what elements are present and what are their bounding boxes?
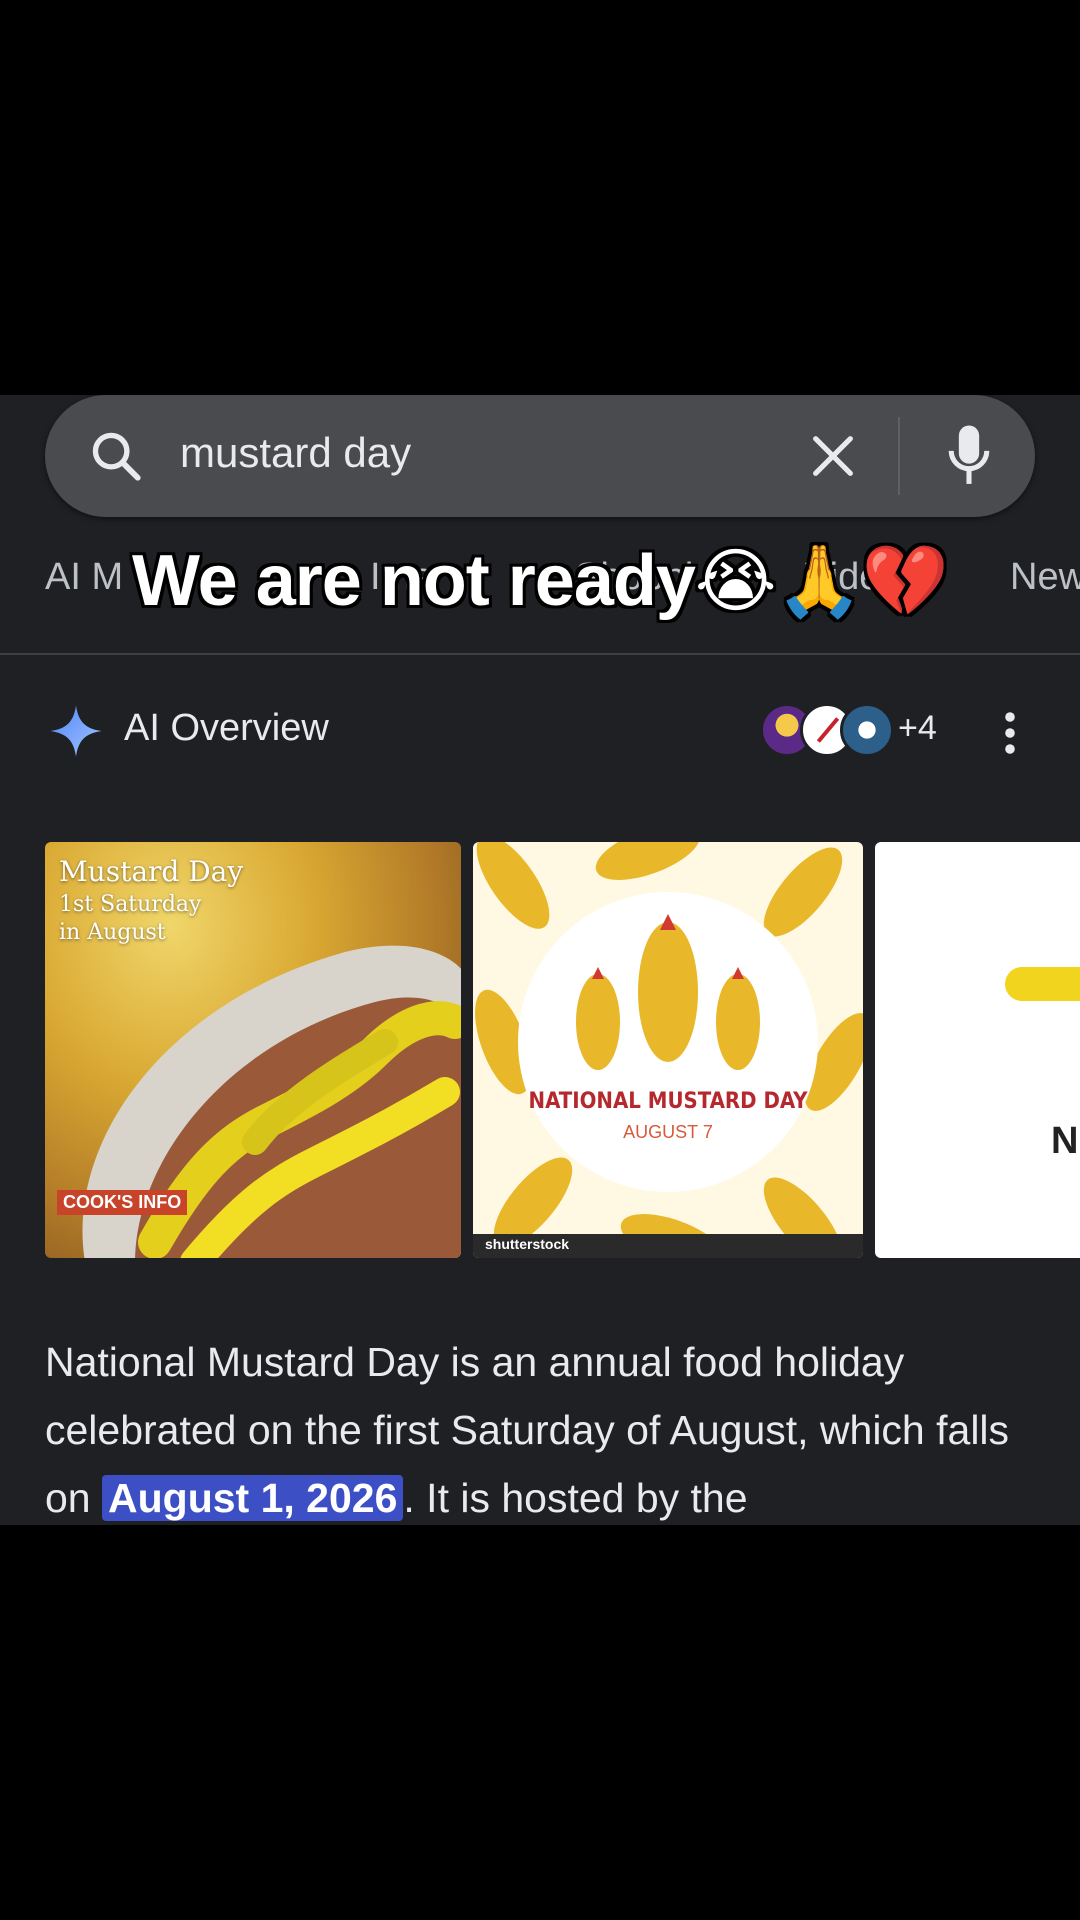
image-title: NATIONAL MUSTARD DAY — [528, 1089, 808, 1114]
search-divider — [898, 417, 900, 495]
ai-overview-title: AI Overview — [124, 707, 329, 749]
caption-text: We are not ready — [132, 541, 696, 621]
image-caption-line: 1st Saturday — [59, 892, 202, 917]
ai-overview-text: National Mustard Day is an annual food h… — [45, 1328, 1045, 1525]
more-sources-count[interactable]: +4 — [898, 709, 937, 748]
search-icon — [92, 432, 141, 481]
overview-text-end: . It is hosted by the — [403, 1475, 748, 1521]
tabs-divider — [0, 653, 1080, 655]
caption-emojis: 😭🙏💔 — [694, 542, 949, 620]
cooks-info-logo: COOK'S INFO — [57, 1190, 188, 1215]
image-partial-text: N — [1051, 1120, 1079, 1162]
highlighted-date: August 1, 2026 — [102, 1475, 404, 1521]
image-caption-title: Mustard Day — [59, 855, 244, 888]
search-bar[interactable]: mustard day — [45, 395, 1035, 517]
sparkle-icon — [50, 705, 102, 757]
three-mustard-bottles — [576, 914, 760, 1070]
shutterstock-watermark: shutterstock — [485, 1236, 570, 1252]
image-result-hotdog[interactable]: Mustard Day 1st Saturday in August COOK'… — [45, 842, 461, 1258]
ai-overview-header: AI Overview +4 — [0, 695, 1080, 765]
video-caption: We are not ready😭🙏💔 — [0, 540, 1080, 623]
source-avatar[interactable] — [840, 703, 894, 757]
image-caption-line: in August — [59, 920, 166, 945]
microphone-icon[interactable] — [943, 423, 995, 489]
image-date: AUGUST 7 — [623, 1122, 713, 1142]
image-result-national-mustard-day[interactable]: NATIONAL MUSTARD DAY AUGUST 7 shuttersto… — [473, 842, 863, 1258]
search-input[interactable]: mustard day — [180, 429, 411, 477]
mustard-bottle-partial — [1005, 967, 1080, 1001]
video-frame: { "search": { "query": "mustard day" }, … — [0, 0, 1080, 1920]
image-result-partial[interactable]: N — [875, 842, 1080, 1258]
close-icon[interactable] — [807, 430, 859, 482]
more-vert-icon[interactable] — [998, 709, 1022, 757]
